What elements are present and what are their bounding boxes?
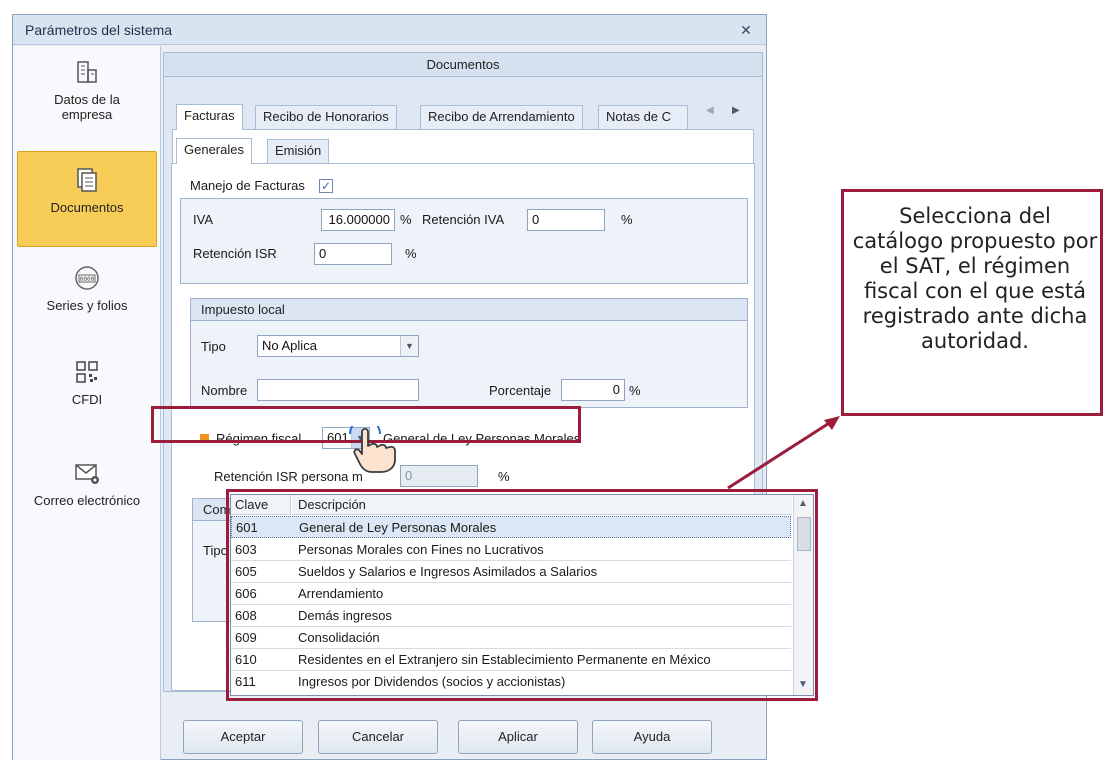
porcentaje-input[interactable]: 0: [561, 379, 625, 401]
tab-recibo-arrendamiento[interactable]: Recibo de Arrendamiento: [420, 105, 583, 129]
clave-cell: 610: [235, 652, 257, 667]
list-item[interactable]: 611 Ingresos por Dividendos (socios y ac…: [231, 671, 791, 693]
retencion-iva-label: Retención IVA: [422, 212, 505, 227]
qr-code-icon: [76, 361, 98, 383]
aplicar-button[interactable]: Aplicar: [458, 720, 578, 754]
tab-notas[interactable]: Notas de C: [598, 105, 688, 129]
regimen-fiscal-dropdown[interactable]: Clave Descripción 601 General de Ley Per…: [230, 494, 814, 696]
descripcion-cell: Personas Morales con Fines no Lucrativos: [298, 542, 544, 557]
retencion-iva-input[interactable]: 0: [527, 209, 605, 231]
svg-text:0000: 0000: [80, 276, 95, 283]
retencion-isr-label: Retención ISR: [193, 246, 277, 261]
documents-icon: [77, 168, 97, 192]
tab-scroll-right-icon[interactable]: ▶: [732, 105, 740, 116]
list-item[interactable]: 603 Personas Morales con Fines no Lucrat…: [231, 539, 791, 561]
retencion-isr-pm-label: Retención ISR persona m: [214, 469, 363, 484]
tab-emision[interactable]: Emisión: [267, 139, 330, 163]
hand-pointer-icon: [349, 426, 396, 473]
cancelar-button[interactable]: Cancelar: [318, 720, 438, 754]
impuesto-local-group: Impuesto local Tipo No Aplica ▼ Nombre P…: [190, 298, 748, 408]
sidebar-label: Documentos: [50, 200, 124, 215]
aceptar-button[interactable]: Aceptar: [183, 720, 303, 754]
list-scrollbar[interactable]: ▲ ▼: [793, 495, 813, 695]
annotation-box: Selecciona del catálogo propuesto por el…: [841, 189, 1103, 416]
manejo-facturas-checkbox[interactable]: ✓: [319, 179, 333, 193]
close-icon[interactable]: ✕: [737, 21, 755, 39]
descripcion-cell: Ingresos por Dividendos (socios y accion…: [298, 674, 566, 689]
percent-label: %: [405, 246, 417, 261]
sidebar-item-correo[interactable]: Correo electrónico: [17, 459, 157, 539]
descripcion-cell: Consolidación: [298, 630, 380, 645]
percent-label: %: [621, 212, 633, 227]
scroll-down-icon[interactable]: ▼: [798, 679, 808, 690]
porcentaje-label: Porcentaje: [489, 383, 552, 398]
tab-recibo-honorarios[interactable]: Recibo de Honorarios: [255, 105, 397, 129]
scroll-up-icon[interactable]: ▲: [798, 498, 808, 509]
list-item[interactable]: 606 Arrendamiento: [231, 583, 791, 605]
clave-cell: 606: [235, 586, 257, 601]
list-item[interactable]: 601 General de Ley Personas Morales: [231, 516, 791, 538]
tab-facturas[interactable]: Facturas: [176, 104, 243, 130]
tipo-value: No Aplica: [262, 338, 317, 353]
sidebar-item-series-folios[interactable]: 0000 Series y folios: [17, 264, 157, 334]
column-header-clave[interactable]: Clave: [231, 495, 291, 515]
connector-arrow: [727, 416, 840, 490]
mail-settings-icon: [75, 464, 99, 484]
counter-icon: 0000: [75, 266, 99, 290]
list-item[interactable]: 610 Residentes en el Extranjero sin Esta…: [231, 649, 791, 671]
sidebar-item-cfdi[interactable]: CFDI: [17, 358, 157, 428]
impuesto-local-title: Impuesto local: [191, 299, 747, 321]
sidebar-label: Series y folios: [46, 298, 128, 313]
tab-generales[interactable]: Generales: [176, 138, 252, 164]
sidebar-label: Datos de la: [54, 92, 120, 107]
clave-cell: 603: [235, 542, 257, 557]
tipo-label: Tipo: [203, 543, 228, 558]
clave-cell: 611: [235, 674, 256, 689]
iva-label: IVA: [193, 212, 213, 227]
chevron-down-icon[interactable]: ▼: [400, 336, 418, 356]
building-icon: [77, 61, 97, 83]
tab-scroll-left-icon[interactable]: ◀: [706, 105, 714, 116]
ayuda-button[interactable]: Ayuda: [592, 720, 712, 754]
sidebar: Datos de la empresa Documentos 0000 Seri…: [13, 46, 161, 760]
descripcion-cell: Arrendamiento: [298, 586, 384, 601]
sidebar-label: CFDI: [71, 392, 103, 407]
sidebar-item-documentos[interactable]: Documentos: [17, 151, 157, 247]
descripcion-cell: Sueldos y Salarios e Ingresos Asimilados…: [298, 564, 598, 579]
nombre-label: Nombre: [201, 383, 248, 398]
list-item[interactable]: 608 Demás ingresos: [231, 605, 791, 627]
impuestos-group: IVA 16.000000 % Retención IVA 0 % Retenc…: [180, 198, 748, 284]
sidebar-label: empresa: [61, 107, 113, 122]
list-item[interactable]: 609 Consolidación: [231, 627, 791, 649]
clave-cell: 601: [236, 520, 258, 535]
descripcion-cell: Demás ingresos: [298, 608, 392, 623]
group-title: Documentos: [164, 53, 762, 77]
nombre-input[interactable]: [257, 379, 419, 401]
descripcion-cell: Residentes en el Extranjero sin Establec…: [298, 652, 711, 667]
iva-input[interactable]: 16.000000: [321, 209, 395, 231]
list-item[interactable]: 605 Sueldos y Salarios e Ingresos Asimil…: [231, 561, 791, 583]
tipo-label: Tipo: [201, 339, 226, 354]
manejo-facturas-label: Manejo de Facturas: [190, 178, 305, 193]
descripcion-cell: General de Ley Personas Morales: [299, 520, 497, 535]
clave-cell: 608: [235, 608, 257, 623]
annotation-text: Selecciona del catálogo propuesto por el…: [852, 204, 1098, 353]
clave-cell: 605: [235, 564, 257, 579]
percent-label: %: [400, 212, 412, 227]
clave-cell: 609: [235, 630, 257, 645]
sidebar-label: Correo electrónico: [33, 493, 141, 508]
window-title: Parámetros del sistema: [25, 22, 173, 38]
tipo-select[interactable]: No Aplica ▼: [257, 335, 419, 357]
percent-label: %: [498, 469, 510, 484]
retencion-isr-pm-input[interactable]: 0: [400, 465, 478, 487]
percent-label: %: [629, 383, 641, 398]
scroll-thumb[interactable]: [797, 517, 811, 551]
title-bar: Parámetros del sistema ✕: [13, 15, 766, 45]
column-header-descripcion[interactable]: Descripción: [292, 495, 792, 515]
retencion-isr-input[interactable]: 0: [314, 243, 392, 265]
